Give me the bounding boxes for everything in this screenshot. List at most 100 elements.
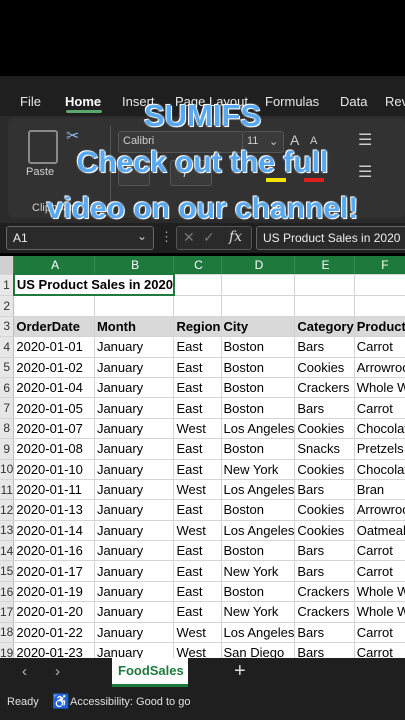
cell[interactable] <box>221 295 296 317</box>
cell[interactable]: 2020-01-17 <box>13 560 95 582</box>
cell[interactable]: East <box>173 397 222 419</box>
cell[interactable]: Cookies <box>294 357 355 378</box>
header-cell[interactable]: Month <box>94 316 175 338</box>
row-header[interactable]: 16 <box>0 581 15 603</box>
row-header[interactable]: 7 <box>0 397 15 419</box>
cell[interactable]: West <box>173 418 222 440</box>
cell[interactable]: Bars <box>294 560 355 582</box>
cell[interactable]: Carrot <box>354 397 405 419</box>
cell[interactable]: Los Angeles <box>221 520 296 542</box>
cell[interactable]: Cookies <box>294 520 355 542</box>
cell[interactable]: Los Angeles <box>221 622 296 644</box>
row-header[interactable]: 19 <box>0 642 15 658</box>
cell[interactable]: 2020-01-16 <box>13 540 95 562</box>
cell[interactable]: New York <box>221 601 296 623</box>
row-header[interactable]: 12 <box>0 499 15 521</box>
cell[interactable]: January <box>94 499 175 521</box>
cell[interactable]: January <box>94 479 175 501</box>
cell[interactable]: Cookies <box>294 499 355 521</box>
worksheet-grid[interactable]: A B C D E F 1 US Product Sales in 2020 2 3 OrderDa… <box>0 256 405 658</box>
cell[interactable]: Oatmeal <box>354 520 405 542</box>
cell[interactable]: Boston <box>221 499 296 521</box>
row-header[interactable]: 17 <box>0 601 15 623</box>
cell[interactable]: January <box>94 357 175 378</box>
cell[interactable]: Los Angeles <box>221 479 296 501</box>
cell[interactable]: Los Angeles <box>221 418 296 440</box>
scroll-right-icon[interactable]: › <box>55 663 60 680</box>
row-header[interactable]: 14 <box>0 540 15 562</box>
column-header[interactable]: B <box>94 256 175 275</box>
cell[interactable]: January <box>94 560 175 582</box>
cell[interactable]: East <box>173 581 222 603</box>
cell[interactable]: Boston <box>221 397 296 419</box>
row-header[interactable]: 11 <box>0 479 15 501</box>
cancel-icon[interactable]: ✕ <box>183 229 195 246</box>
cell[interactable]: 2020-01-02 <box>13 357 95 378</box>
row-header[interactable]: 9 <box>0 438 15 460</box>
cell[interactable]: 2020-01-10 <box>13 459 95 480</box>
select-all-corner[interactable] <box>0 256 15 275</box>
cell[interactable]: East <box>173 499 222 521</box>
cell[interactable] <box>173 274 222 296</box>
cell[interactable]: Bars <box>294 336 355 358</box>
header-cell[interactable]: Region <box>173 316 222 338</box>
title-cell[interactable]: US Product Sales in 2020 <box>12 272 175 297</box>
row-header[interactable]: 6 <box>0 377 15 399</box>
cell[interactable]: Whole W <box>354 601 405 623</box>
cell[interactable]: January <box>94 336 175 358</box>
cell[interactable]: January <box>94 622 175 644</box>
cell[interactable]: January <box>94 520 175 542</box>
cell[interactable]: January <box>94 601 175 623</box>
cell[interactable]: Bars <box>294 540 355 562</box>
cell[interactable]: Bars <box>294 479 355 501</box>
cell[interactable]: East <box>173 540 222 562</box>
cell[interactable]: 2020-01-08 <box>13 438 95 460</box>
cell[interactable]: East <box>173 459 222 480</box>
cell[interactable]: West <box>173 622 222 644</box>
row-header[interactable]: 5 <box>0 357 15 378</box>
cell[interactable] <box>173 295 222 317</box>
header-cell[interactable]: Product <box>354 316 405 338</box>
header-cell[interactable]: City <box>221 316 296 338</box>
cell[interactable]: Carrot <box>354 642 405 658</box>
add-sheet-button[interactable]: + <box>234 660 246 683</box>
row-header[interactable]: 10 <box>0 459 15 480</box>
cell[interactable]: Bars <box>294 642 355 658</box>
cell[interactable]: Crackers <box>294 601 355 623</box>
cell[interactable]: 2020-01-22 <box>13 622 95 644</box>
cell[interactable]: Bars <box>294 397 355 419</box>
cell[interactable]: Crackers <box>294 377 355 399</box>
cell[interactable]: East <box>173 336 222 358</box>
cell[interactable]: 2020-01-11 <box>13 479 95 501</box>
cell[interactable]: Boston <box>221 377 296 399</box>
cell[interactable]: Pretzels <box>354 438 405 460</box>
cell[interactable]: Crackers <box>294 581 355 603</box>
cell[interactable]: Chocolat <box>354 459 405 480</box>
more-options-icon[interactable]: ⋮ <box>160 229 173 245</box>
cell[interactable]: Boston <box>221 581 296 603</box>
cell[interactable]: West <box>173 642 222 658</box>
cell[interactable]: Whole W <box>354 377 405 399</box>
row-header[interactable]: 2 <box>0 295 15 317</box>
cell[interactable]: West <box>173 520 222 542</box>
insert-function-button[interactable]: fx <box>229 229 242 245</box>
cell[interactable]: January <box>94 581 175 603</box>
column-header[interactable]: C <box>173 256 222 275</box>
name-box[interactable]: A1 ⌄ <box>6 226 154 250</box>
row-header[interactable]: 3 <box>0 316 15 338</box>
cell[interactable]: New York <box>221 459 296 480</box>
column-header[interactable]: E <box>294 256 355 275</box>
cell[interactable] <box>354 295 405 317</box>
cell[interactable]: 2020-01-01 <box>13 336 95 358</box>
sheet-tab-foodsales[interactable]: FoodSales <box>112 658 188 687</box>
cell[interactable]: 2020-01-19 <box>13 581 95 603</box>
cell[interactable]: 2020-01-20 <box>13 601 95 623</box>
cell[interactable]: East <box>173 377 222 399</box>
cell[interactable]: 2020-01-07 <box>13 418 95 440</box>
cell[interactable]: 2020-01-13 <box>13 499 95 521</box>
cell[interactable]: New York <box>221 560 296 582</box>
cell[interactable]: 2020-01-05 <box>13 397 95 419</box>
cell[interactable]: Arrowroot <box>354 357 405 378</box>
cell[interactable]: Chocolat <box>354 418 405 440</box>
cell[interactable]: Bars <box>294 622 355 644</box>
